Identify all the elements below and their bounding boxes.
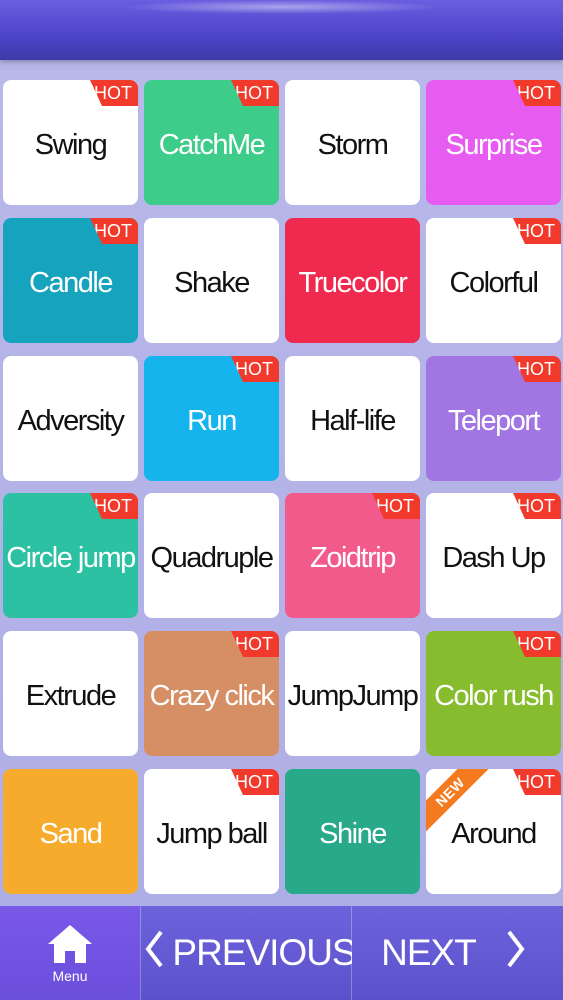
level-label: Half-life	[310, 405, 396, 437]
level-tile[interactable]: Storm	[285, 80, 420, 205]
hot-badge: HOT	[90, 80, 138, 106]
level-tile[interactable]: Quadruple	[144, 493, 279, 618]
level-tile[interactable]: Swing HOT	[3, 80, 138, 205]
level-tile[interactable]: Jump ball HOT	[144, 769, 279, 894]
level-tile[interactable]: Truecolor	[285, 218, 420, 343]
hot-badge: HOT	[513, 80, 561, 106]
level-label: Teleport	[447, 405, 541, 437]
level-label: Storm	[317, 129, 389, 161]
level-label: Shine	[319, 818, 387, 850]
level-label: Surprise	[445, 129, 544, 161]
hot-badge: HOT	[513, 631, 561, 657]
previous-label: PREVIOUS	[172, 932, 356, 973]
level-label: Candle	[29, 267, 113, 299]
level-tile[interactable]: Colorful HOT	[426, 218, 561, 343]
level-label: Colorful	[449, 267, 539, 299]
top-bar	[0, 0, 563, 60]
next-label: NEXT	[381, 932, 477, 973]
level-tile[interactable]: Half-life	[285, 356, 420, 481]
level-tile[interactable]: Candle HOT	[3, 218, 138, 343]
level-label: Truecolor	[298, 267, 408, 299]
level-tile[interactable]: Adversity	[3, 356, 138, 481]
hot-badge: HOT	[513, 218, 561, 244]
level-label: Adversity	[17, 405, 125, 437]
level-tile[interactable]: CatchMe HOT	[144, 80, 279, 205]
level-tile[interactable]: Extrude	[3, 631, 138, 756]
level-tile[interactable]: Circle jump HOT	[3, 493, 138, 618]
chevron-left-icon	[144, 929, 164, 978]
hot-badge: HOT	[513, 769, 561, 795]
bottom-nav-bar: Menu PREVIOUS NEXT	[0, 906, 563, 1000]
level-tile[interactable]: Shine	[285, 769, 420, 894]
previous-button[interactable]: PREVIOUS	[141, 906, 357, 1000]
level-label: Shake	[174, 267, 250, 299]
level-tile[interactable]: Color rush HOT	[426, 631, 561, 756]
level-tile[interactable]: Run HOT	[144, 356, 279, 481]
level-label: Extrude	[25, 680, 117, 712]
level-label: Circle jump	[6, 542, 136, 574]
hot-badge: HOT	[90, 218, 138, 244]
level-tile[interactable]: Dash Up HOT	[426, 493, 561, 618]
hot-badge: HOT	[231, 769, 279, 795]
next-button[interactable]: NEXT	[352, 906, 563, 1000]
level-label: Around	[451, 818, 537, 850]
level-grid: Swing HOT CatchMe HOT Storm Surprise HOT Candle…	[0, 70, 563, 906]
level-label: JumpJump	[287, 680, 419, 712]
level-label: Run	[187, 405, 237, 437]
level-label: Dash Up	[442, 542, 546, 574]
level-tile[interactable]: Teleport HOT	[426, 356, 561, 481]
level-tile[interactable]: Sand	[3, 769, 138, 894]
level-tile[interactable]: Shake	[144, 218, 279, 343]
level-label: CatchMe	[158, 129, 266, 161]
level-tile[interactable]: Around HOT NEW	[426, 769, 561, 894]
level-label: Color rush	[434, 680, 554, 712]
level-label: Zoidtrip	[310, 542, 396, 574]
level-tile[interactable]: Zoidtrip HOT	[285, 493, 420, 618]
hot-badge: HOT	[90, 493, 138, 519]
hot-badge: HOT	[513, 356, 561, 382]
level-label: Jump ball	[156, 818, 268, 850]
menu-button[interactable]: Menu	[0, 906, 140, 1000]
level-label: Swing	[34, 129, 108, 161]
level-tile[interactable]: Crazy click HOT	[144, 631, 279, 756]
hot-badge: HOT	[231, 631, 279, 657]
chevron-right-icon	[506, 929, 526, 978]
level-tile[interactable]: JumpJump	[285, 631, 420, 756]
level-label: Quadruple	[150, 542, 274, 574]
level-tile[interactable]: Surprise HOT	[426, 80, 561, 205]
hot-badge: HOT	[372, 493, 420, 519]
level-label: Crazy click	[149, 680, 275, 712]
level-label: Sand	[39, 818, 103, 850]
home-icon	[48, 925, 92, 963]
hot-badge: HOT	[231, 356, 279, 382]
hot-badge: HOT	[231, 80, 279, 106]
menu-label: Menu	[52, 968, 88, 984]
hot-badge: HOT	[513, 493, 561, 519]
